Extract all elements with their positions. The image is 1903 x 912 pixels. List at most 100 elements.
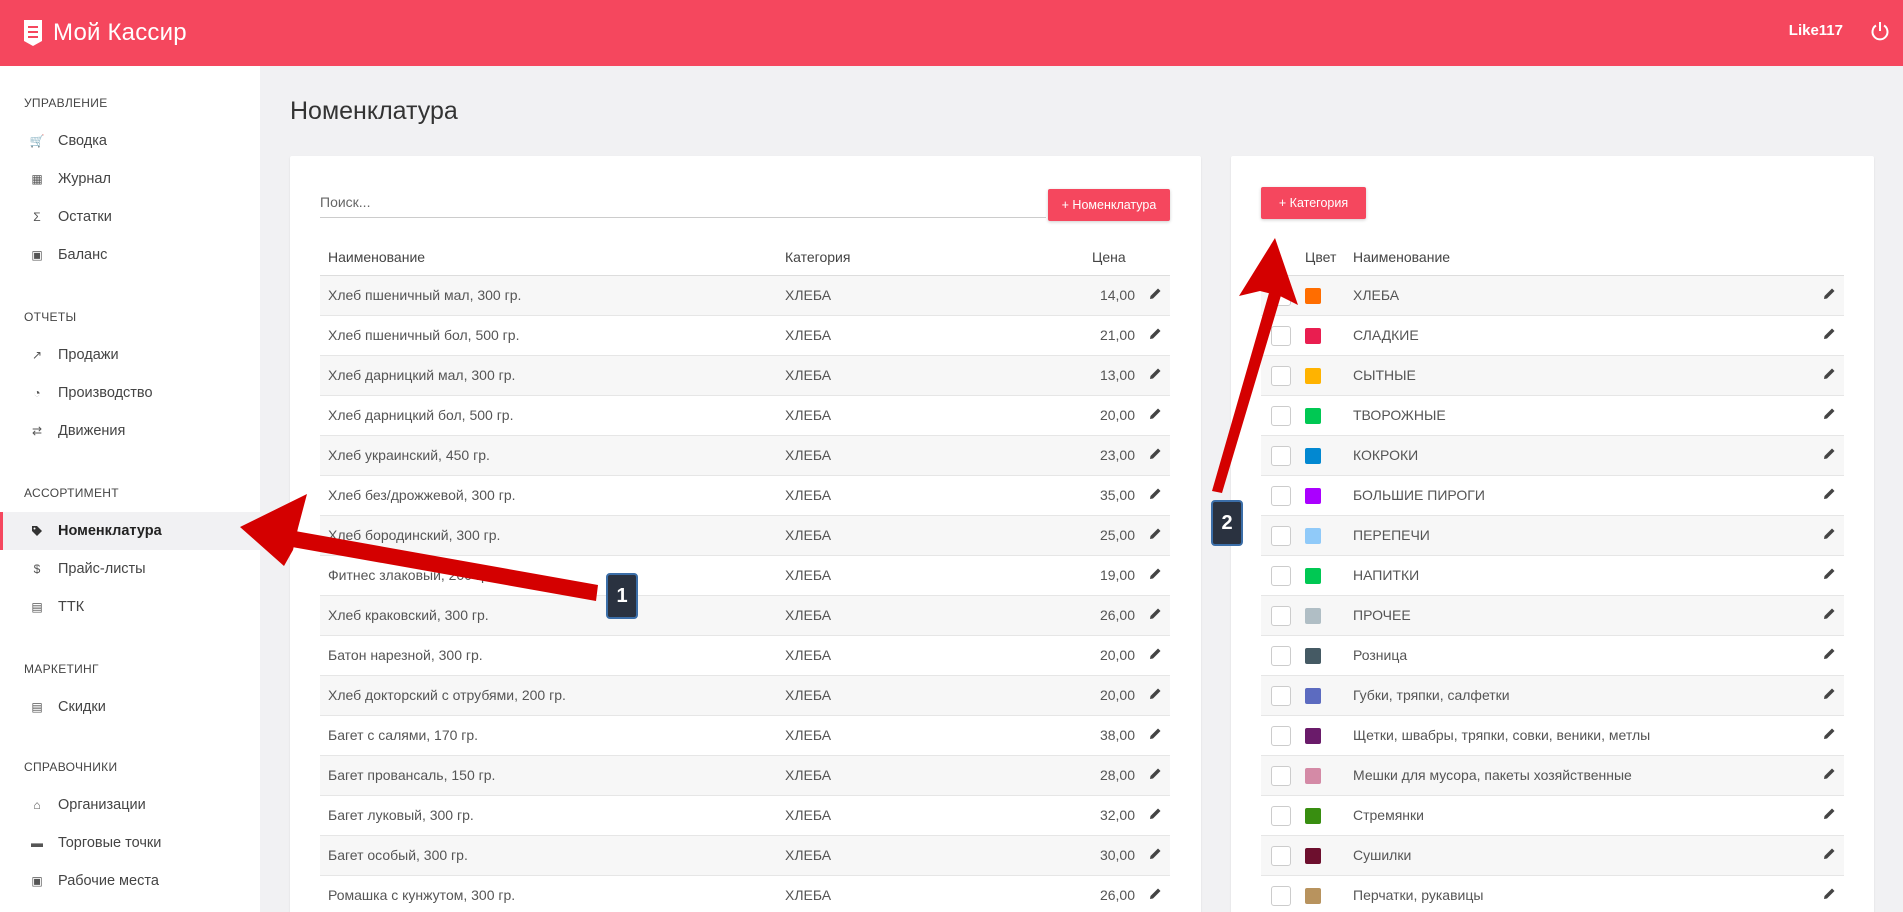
table-row[interactable]: Багет с салями, 170 гр. ХЛЕБА 38,00 xyxy=(320,716,1170,756)
edit-icon[interactable] xyxy=(1149,807,1162,820)
sidebar-item-movements[interactable]: ⇄ Движения xyxy=(0,412,260,450)
table-row[interactable]: Хлеб докторский с отрубями, 200 гр. ХЛЕБА… xyxy=(320,676,1170,716)
table-row[interactable]: Хлеб украинский, 450 гр. ХЛЕБА 23,00 xyxy=(320,436,1170,476)
table-row[interactable]: Хлеб без/дрожжевой, 300 гр. ХЛЕБА 35,00 xyxy=(320,476,1170,516)
table-row[interactable]: Стремянки xyxy=(1261,796,1844,836)
table-row[interactable]: НАПИТКИ xyxy=(1261,556,1844,596)
edit-icon[interactable] xyxy=(1149,527,1162,540)
logo[interactable]: Мой Кассир xyxy=(23,19,187,47)
table-row[interactable]: Фитнес злаковый, 200 гр. ХЛЕБА 19,00 xyxy=(320,556,1170,596)
sidebar-item-ttk[interactable]: ▤ ТТК xyxy=(0,588,260,626)
sidebar-item-organizations[interactable]: ⌂ Организации xyxy=(0,786,260,824)
table-row[interactable]: Хлеб пшеничный мал, 300 гр. ХЛЕБА 14,00 xyxy=(320,276,1170,316)
sidebar-item-stock[interactable]: Σ Остатки xyxy=(0,198,260,236)
row-checkbox[interactable] xyxy=(1271,486,1291,506)
edit-icon[interactable] xyxy=(1149,487,1162,500)
row-checkbox[interactable] xyxy=(1271,806,1291,826)
sidebar-item-price-lists[interactable]: $ Прайс-листы xyxy=(0,550,260,588)
sidebar-item-discounts[interactable]: ▤ Скидки xyxy=(0,688,260,726)
edit-icon[interactable] xyxy=(1149,407,1162,420)
edit-icon[interactable] xyxy=(1149,367,1162,380)
edit-icon[interactable] xyxy=(1149,647,1162,660)
table-row[interactable]: ПРОЧЕЕ xyxy=(1261,596,1844,636)
edit-icon[interactable] xyxy=(1823,407,1836,420)
edit-icon[interactable] xyxy=(1149,327,1162,340)
table-row[interactable]: Багет провансаль, 150 гр. ХЛЕБА 28,00 xyxy=(320,756,1170,796)
row-checkbox[interactable] xyxy=(1271,446,1291,466)
row-checkbox[interactable] xyxy=(1271,886,1291,906)
table-row[interactable]: Хлеб краковский, 300 гр. ХЛЕБА 26,00 xyxy=(320,596,1170,636)
add-category-button[interactable]: + Категория xyxy=(1261,187,1366,219)
table-row[interactable]: Хлеб дарницкий мал, 300 гр. ХЛЕБА 13,00 xyxy=(320,356,1170,396)
sidebar-item-journal[interactable]: ▦ Журнал xyxy=(0,160,260,198)
edit-icon[interactable] xyxy=(1823,767,1836,780)
row-checkbox[interactable] xyxy=(1271,526,1291,546)
edit-icon[interactable] xyxy=(1823,847,1836,860)
sidebar-item-summary[interactable]: 🛒 Сводка xyxy=(0,122,260,160)
row-checkbox[interactable] xyxy=(1271,406,1291,426)
column-header-name[interactable]: Наименование xyxy=(1353,249,1450,265)
table-row[interactable]: Ромашка с кунжутом, 300 гр. ХЛЕБА 26,00 xyxy=(320,876,1170,912)
edit-icon[interactable] xyxy=(1149,287,1162,300)
sidebar-item-workplaces[interactable]: ▣ Рабочие места xyxy=(0,862,260,900)
edit-icon[interactable] xyxy=(1149,727,1162,740)
edit-icon[interactable] xyxy=(1149,887,1162,900)
edit-icon[interactable] xyxy=(1823,647,1836,660)
sidebar-item-nomenclature[interactable]: Номенклатура xyxy=(0,512,260,550)
table-row[interactable]: ХЛЕБА xyxy=(1261,276,1844,316)
edit-icon[interactable] xyxy=(1149,567,1162,580)
edit-icon[interactable] xyxy=(1823,527,1836,540)
table-row[interactable]: Мешки для мусора, пакеты хозяйственные xyxy=(1261,756,1844,796)
edit-icon[interactable] xyxy=(1823,367,1836,380)
table-row[interactable]: Сушилки xyxy=(1261,836,1844,876)
sidebar-item-sales[interactable]: ↗ Продажи xyxy=(0,336,260,374)
row-checkbox[interactable] xyxy=(1271,846,1291,866)
column-header-category[interactable]: Категория xyxy=(785,249,850,265)
edit-icon[interactable] xyxy=(1823,727,1836,740)
edit-icon[interactable] xyxy=(1823,807,1836,820)
table-row[interactable]: БОЛЬШИЕ ПИРОГИ xyxy=(1261,476,1844,516)
edit-icon[interactable] xyxy=(1823,567,1836,580)
table-row[interactable]: Губки, тряпки, салфетки xyxy=(1261,676,1844,716)
row-checkbox[interactable] xyxy=(1271,766,1291,786)
edit-icon[interactable] xyxy=(1149,847,1162,860)
row-checkbox[interactable] xyxy=(1271,566,1291,586)
edit-icon[interactable] xyxy=(1149,687,1162,700)
row-checkbox[interactable] xyxy=(1271,326,1291,346)
table-row[interactable]: Перчатки, рукавицы xyxy=(1261,876,1844,912)
table-row[interactable]: СЫТНЫЕ xyxy=(1261,356,1844,396)
edit-icon[interactable] xyxy=(1823,887,1836,900)
table-row[interactable]: Хлеб пшеничный бол, 500 гр. ХЛЕБА 21,00 xyxy=(320,316,1170,356)
power-icon[interactable] xyxy=(1869,20,1891,42)
row-checkbox[interactable] xyxy=(1271,646,1291,666)
sidebar-item-outlets[interactable]: ▬ Торговые точки xyxy=(0,824,260,862)
edit-icon[interactable] xyxy=(1149,607,1162,620)
edit-icon[interactable] xyxy=(1823,447,1836,460)
table-row[interactable]: СЛАДКИЕ xyxy=(1261,316,1844,356)
column-header-name[interactable]: Наименование xyxy=(328,249,425,265)
edit-icon[interactable] xyxy=(1823,287,1836,300)
table-row[interactable]: КОКРОКИ xyxy=(1261,436,1844,476)
search-field[interactable] xyxy=(320,186,1046,218)
sidebar-item-production[interactable]: ◔ Производство xyxy=(0,374,260,412)
table-row[interactable]: Хлеб дарницкий бол, 500 гр. ХЛЕБА 20,00 xyxy=(320,396,1170,436)
table-row[interactable]: ПЕРЕПЕЧИ xyxy=(1261,516,1844,556)
table-row[interactable]: Багет луковый, 300 гр. ХЛЕБА 32,00 xyxy=(320,796,1170,836)
table-row[interactable]: Багет особый, 300 гр. ХЛЕБА 30,00 xyxy=(320,836,1170,876)
row-checkbox[interactable] xyxy=(1271,726,1291,746)
edit-icon[interactable] xyxy=(1823,607,1836,620)
table-row[interactable]: Щетки, швабры, тряпки, совки, веники, ме… xyxy=(1261,716,1844,756)
sidebar-item-balance[interactable]: ▣ Баланс xyxy=(0,236,260,274)
edit-icon[interactable] xyxy=(1149,447,1162,460)
table-row[interactable]: Розница xyxy=(1261,636,1844,676)
edit-icon[interactable] xyxy=(1149,767,1162,780)
user-name[interactable]: Like117 xyxy=(1789,22,1843,39)
column-header-price[interactable]: Цена xyxy=(1092,249,1126,265)
edit-icon[interactable] xyxy=(1823,687,1836,700)
table-row[interactable]: Батон нарезной, 300 гр. ХЛЕБА 20,00 xyxy=(320,636,1170,676)
search-input[interactable] xyxy=(320,193,1046,210)
column-header-color[interactable]: Цвет xyxy=(1305,249,1336,265)
table-row[interactable]: Хлеб бородинский, 300 гр. ХЛЕБА 25,00 xyxy=(320,516,1170,556)
edit-icon[interactable] xyxy=(1823,327,1836,340)
add-nomenclature-button[interactable]: + Номенклатура xyxy=(1048,189,1170,221)
